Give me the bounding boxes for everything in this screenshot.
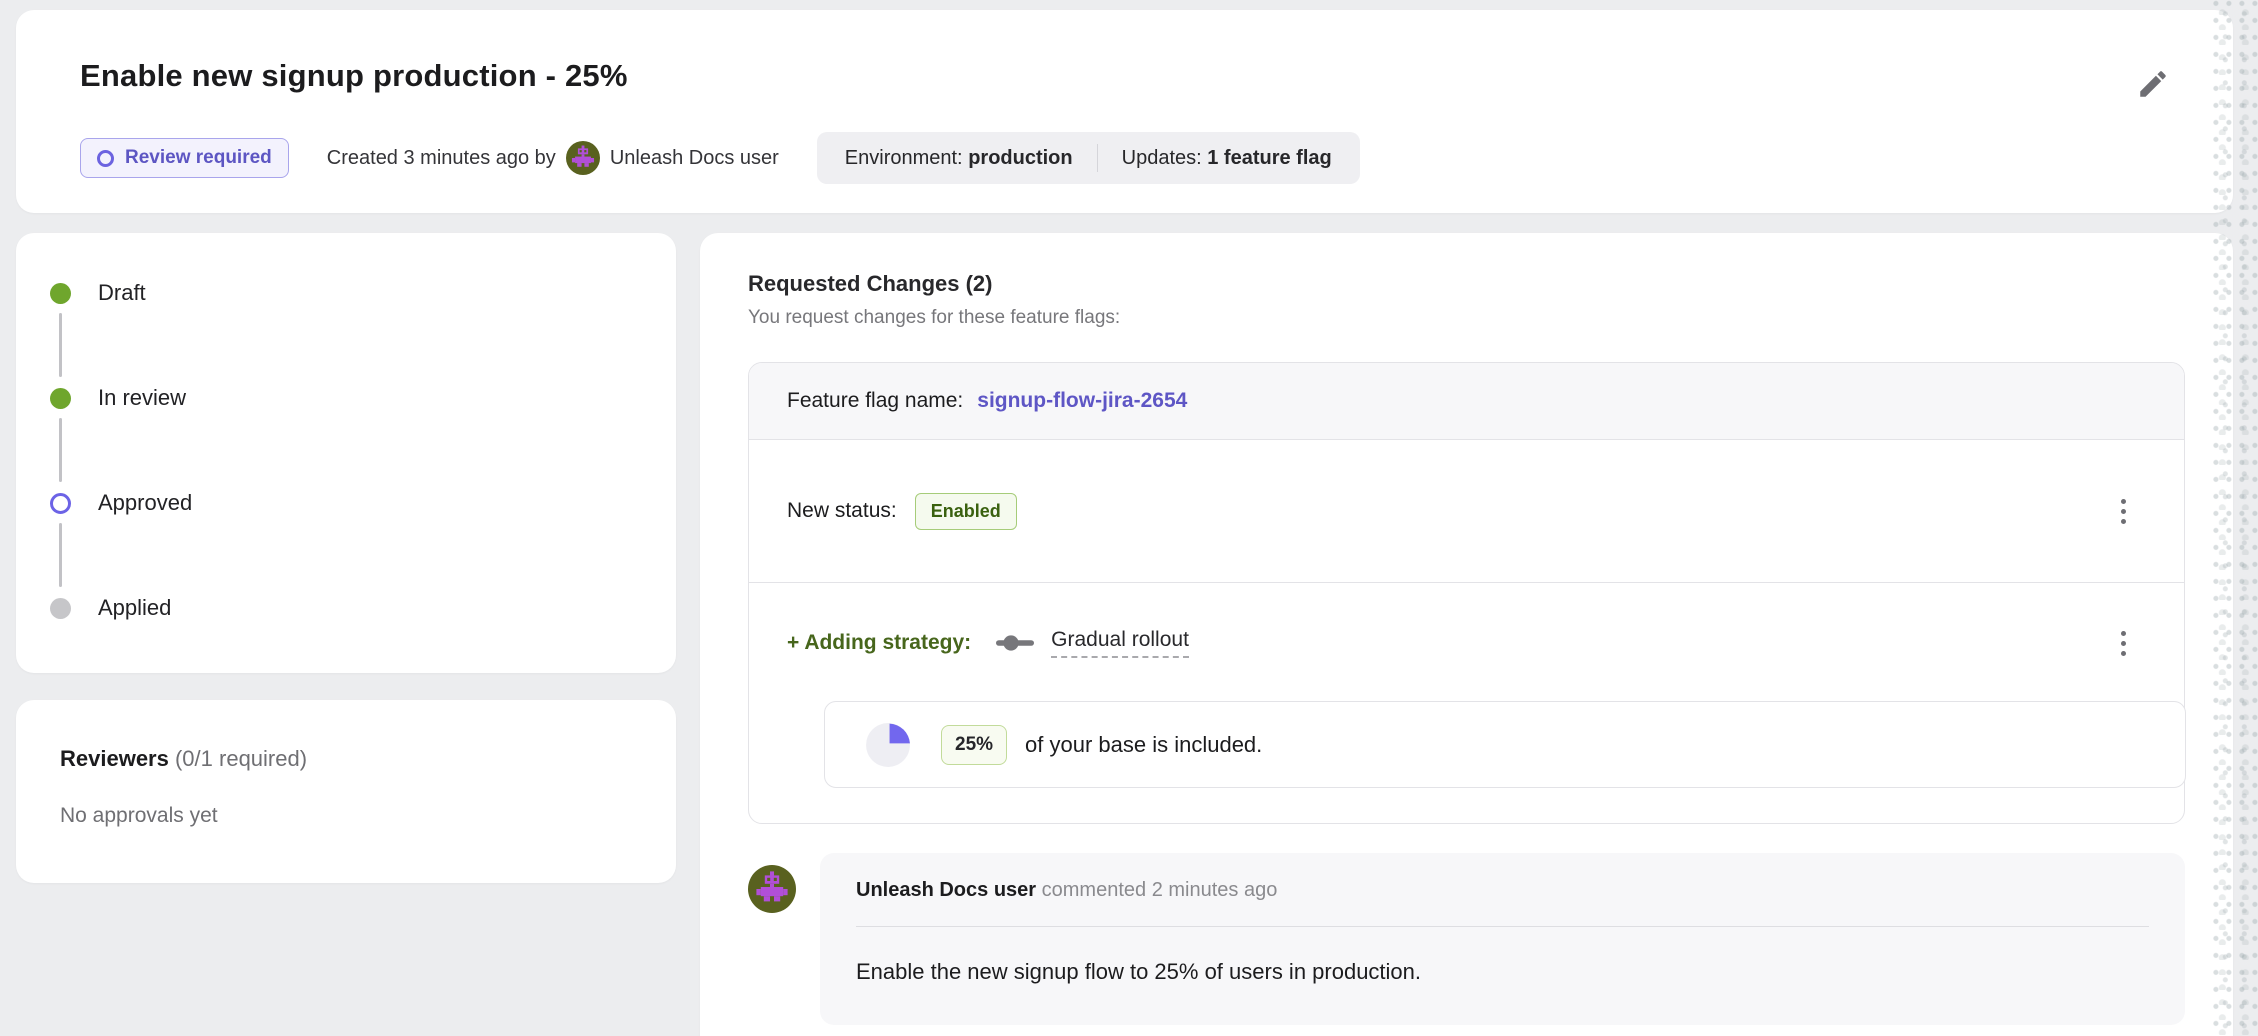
adding-strategy-row: + Adding strategy: Gradual rollout [787, 613, 2134, 673]
reviewers-label: Reviewers [60, 746, 169, 771]
edit-button[interactable] [2131, 62, 2175, 106]
rollout-percentage-badge: 25% [941, 725, 1007, 765]
status-kebab-menu-icon[interactable] [2113, 491, 2134, 532]
reviewers-title: Reviewers (0/1 required) [60, 746, 307, 772]
comment-divider [856, 926, 2149, 927]
timeline-step-in-review: In review [50, 386, 186, 410]
comment-header: Unleash Docs user commented 2 minutes ag… [856, 879, 2149, 902]
reviewers-requirement: (0/1 required) [175, 746, 307, 771]
new-status-row: New status: Enabled [749, 440, 2184, 583]
background-texture [2212, 0, 2258, 1036]
timeline-step-label: In review [98, 385, 186, 411]
step-pending-dot-icon [50, 598, 71, 619]
updates-field: Updates: 1 feature flag [1122, 147, 1332, 170]
comment-block: Unleash Docs user commented 2 minutes ag… [748, 853, 2185, 1025]
page-title: Enable new signup production - 25% [80, 58, 628, 94]
strategy-section: + Adding strategy: Gradual rollout 25% o… [749, 583, 2184, 823]
header-meta-row: Review required Created 3 minutes ago by… [80, 132, 1360, 184]
new-status-label: New status: [787, 499, 897, 523]
timeline-step-label: Applied [98, 595, 171, 621]
change-request-header-card: Enable new signup production - 25% Revie… [16, 10, 2233, 213]
environment-label: Environment: [845, 147, 963, 169]
environment-field: Environment: production [845, 147, 1073, 170]
step-completed-dot-icon [50, 283, 71, 304]
requested-changes-card: Requested Changes (2) You request change… [700, 233, 2233, 1036]
strategy-name-link[interactable]: Gradual rollout [1051, 628, 1189, 658]
timeline-step-label: Approved [98, 490, 192, 516]
timeline-connector [59, 418, 62, 482]
rollout-summary-card: 25% of your base is included. [824, 701, 2186, 788]
environment-value: production [968, 147, 1072, 169]
requested-changes-title: Requested Changes (2) [748, 271, 993, 297]
strategy-kebab-menu-icon[interactable] [2113, 623, 2134, 664]
adding-strategy-label: + Adding strategy: [787, 631, 971, 655]
comment-card: Unleash Docs user commented 2 minutes ag… [820, 853, 2185, 1025]
updates-value: 1 feature flag [1207, 147, 1331, 169]
requested-changes-subtitle: You request changes for these feature fl… [748, 307, 1120, 329]
comment-meta: commented 2 minutes ago [1042, 879, 1278, 901]
environment-pill: Environment: production Updates: 1 featu… [817, 132, 1360, 184]
reviewers-card: Reviewers (0/1 required) No approvals ye… [16, 700, 676, 883]
timeline-step-approved: Approved [50, 491, 192, 515]
timeline-step-applied: Applied [50, 596, 171, 620]
commenter-avatar [748, 865, 796, 913]
author-name: Unleash Docs user [610, 147, 779, 170]
timeline-step-label: Draft [98, 280, 146, 306]
timeline-card: Draft In review Approved Applied [16, 233, 676, 673]
status-badge: Review required [80, 138, 289, 178]
step-current-ring-icon [50, 493, 71, 514]
timeline-connector [59, 313, 62, 377]
flag-name-link[interactable]: signup-flow-jira-2654 [977, 389, 1187, 413]
pencil-icon [2136, 67, 2170, 101]
flag-card-header: Feature flag name: signup-flow-jira-2654 [749, 363, 2184, 440]
timeline-connector [59, 523, 62, 587]
pill-divider [1097, 144, 1098, 172]
gradual-rollout-icon [995, 634, 1035, 652]
comment-body: Enable the new signup flow to 25% of use… [856, 959, 2149, 985]
rollout-description: of your base is included. [1025, 732, 1262, 758]
reviewers-empty-message: No approvals yet [60, 804, 218, 828]
flag-name-label: Feature flag name: [787, 389, 963, 413]
author-avatar [566, 141, 600, 175]
comment-author: Unleash Docs user [856, 879, 1036, 901]
circle-outline-icon [97, 150, 114, 167]
created-by-group: Created 3 minutes ago by Unleash Docs us… [327, 141, 779, 175]
timeline-step-draft: Draft [50, 281, 146, 305]
status-badge-label: Review required [125, 147, 272, 169]
feature-flag-change-card: Feature flag name: signup-flow-jira-2654… [748, 362, 2185, 824]
pie-quarter-icon [865, 722, 911, 768]
enabled-badge: Enabled [915, 493, 1017, 530]
updates-label: Updates: [1122, 147, 1202, 169]
created-text: Created 3 minutes ago by [327, 147, 556, 170]
step-completed-dot-icon [50, 388, 71, 409]
